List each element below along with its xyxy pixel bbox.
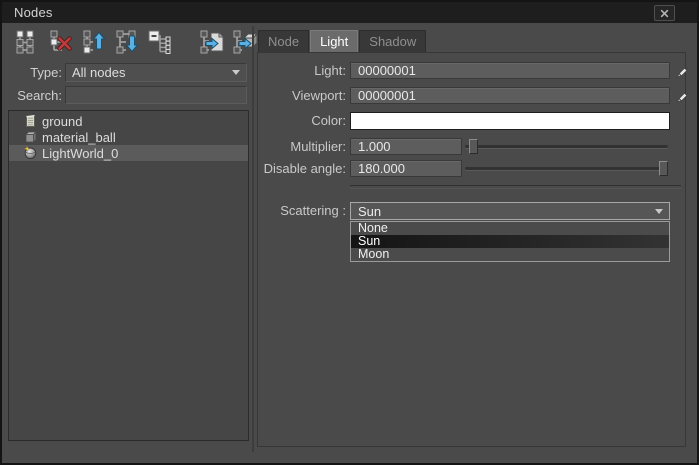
window-title: Nodes bbox=[14, 5, 53, 20]
file-icon bbox=[24, 114, 37, 128]
pencil-icon bbox=[675, 89, 689, 103]
tree-item-label: LightWorld_0 bbox=[42, 146, 118, 161]
disable-angle-label: Disable angle: bbox=[258, 160, 346, 177]
move-node-up-icon bbox=[81, 29, 107, 55]
scattering-option-none[interactable]: None bbox=[351, 222, 669, 235]
move-node-down-icon bbox=[114, 29, 140, 55]
light-label: Light: bbox=[258, 62, 346, 79]
scattering-option-sun[interactable]: Sun bbox=[351, 235, 669, 248]
delete-nodes-icon bbox=[48, 29, 74, 55]
multiplier-field[interactable]: 1.000 bbox=[350, 138, 462, 155]
chevron-down-icon bbox=[655, 209, 663, 214]
move-node-down-button[interactable] bbox=[113, 28, 140, 56]
light-edit-button[interactable] bbox=[674, 62, 690, 79]
viewport-label: Viewport: bbox=[258, 87, 346, 104]
tree-item-label: ground bbox=[42, 114, 82, 129]
tab-shadow[interactable]: Shadow bbox=[359, 30, 426, 52]
viewport-edit-button[interactable] bbox=[674, 87, 690, 104]
slider-track[interactable] bbox=[465, 167, 668, 170]
collapse-tree-button[interactable] bbox=[146, 28, 173, 56]
collapse-tree-icon bbox=[147, 29, 173, 55]
color-row: Color: bbox=[258, 112, 685, 129]
light-id-field[interactable]: 00000001 bbox=[350, 62, 670, 79]
disable-angle-slider[interactable] bbox=[465, 160, 668, 177]
multiplier-row: Multiplier: 1.000 bbox=[258, 138, 685, 155]
type-dropdown-value: All nodes bbox=[66, 65, 232, 80]
node-tree: ground material_ball bbox=[8, 110, 249, 441]
globe-light-icon bbox=[24, 146, 37, 160]
type-label: Type: bbox=[12, 63, 62, 82]
tab-node[interactable]: Node bbox=[258, 30, 309, 52]
close-icon bbox=[660, 9, 669, 18]
color-swatch[interactable] bbox=[350, 112, 670, 130]
tab-light[interactable]: Light bbox=[310, 30, 358, 52]
delete-nodes-button[interactable] bbox=[47, 28, 74, 56]
tree-item-label: material_ball bbox=[42, 130, 116, 145]
viewport-row: Viewport: 00000001 bbox=[258, 87, 685, 104]
copy-nodes-to-file-button[interactable] bbox=[198, 28, 225, 56]
close-button[interactable] bbox=[654, 5, 675, 21]
multiplier-slider[interactable] bbox=[465, 138, 668, 155]
section-separator bbox=[350, 185, 681, 188]
multiplier-slider-handle[interactable] bbox=[469, 139, 478, 154]
search-input[interactable] bbox=[65, 86, 247, 104]
add-nodes-button[interactable] bbox=[14, 28, 41, 56]
scattering-dropdown-value: Sun bbox=[351, 204, 655, 219]
viewport-id-field[interactable]: 00000001 bbox=[350, 87, 670, 104]
cube-icon bbox=[24, 130, 37, 144]
multiplier-label: Multiplier: bbox=[258, 138, 346, 155]
color-label: Color: bbox=[258, 112, 346, 129]
type-dropdown[interactable]: All nodes bbox=[65, 63, 247, 82]
disable-angle-slider-handle[interactable] bbox=[659, 161, 668, 176]
search-label: Search: bbox=[6, 87, 62, 105]
move-node-up-button[interactable] bbox=[80, 28, 107, 56]
disable-angle-field[interactable]: 180.000 bbox=[350, 160, 462, 177]
disable-angle-row: Disable angle: 180.000 bbox=[258, 160, 685, 177]
tree-item-material-ball[interactable]: material_ball bbox=[9, 129, 248, 145]
slider-track[interactable] bbox=[465, 145, 668, 148]
copy-nodes-to-file-icon bbox=[199, 29, 225, 55]
nodes-toolbar bbox=[14, 28, 258, 56]
tree-item-ground[interactable]: ground bbox=[9, 113, 248, 129]
scattering-dropdown[interactable]: Sun bbox=[350, 202, 670, 220]
light-row: Light: 00000001 bbox=[258, 62, 685, 79]
pencil-icon bbox=[675, 64, 689, 78]
tree-item-lightworld-0[interactable]: LightWorld_0 bbox=[9, 145, 248, 161]
add-nodes-icon bbox=[15, 29, 41, 55]
scattering-options-list: None Sun Moon bbox=[350, 221, 670, 262]
titlebar[interactable]: Nodes bbox=[2, 2, 697, 23]
light-properties-group: Light: 00000001 Viewport: 00000001 bbox=[257, 52, 686, 447]
scattering-option-moon[interactable]: Moon bbox=[351, 248, 669, 261]
scattering-label: Scattering : bbox=[258, 202, 346, 219]
chevron-down-icon bbox=[232, 70, 240, 75]
panel-splitter[interactable] bbox=[252, 26, 254, 452]
nodes-window: Nodes bbox=[0, 0, 699, 465]
properties-tabs: Node Light Shadow bbox=[258, 30, 426, 52]
